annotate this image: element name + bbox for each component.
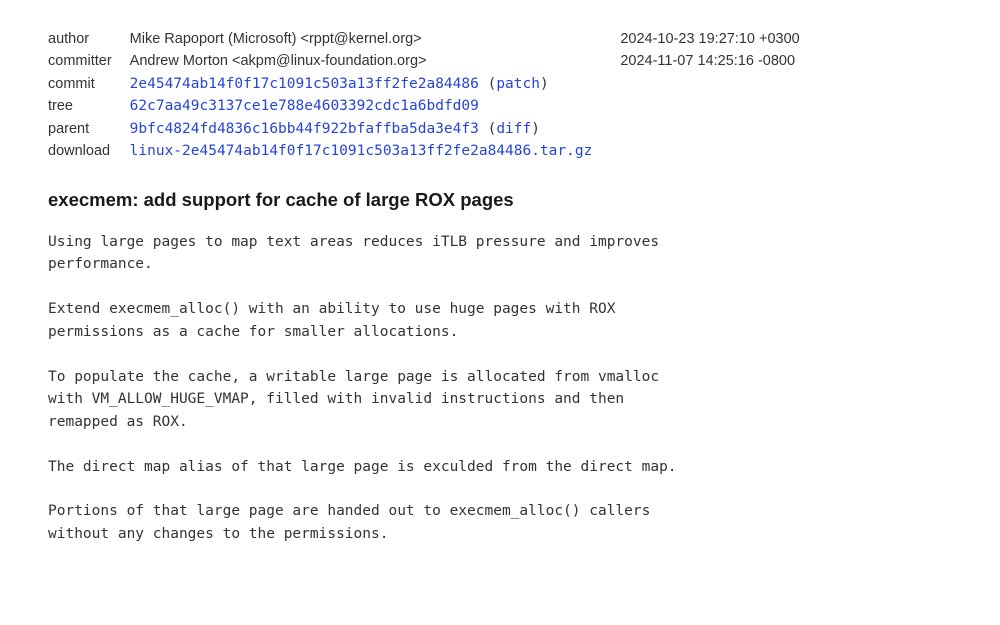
download-row: download linux-2e45474ab14f0f17c1091c503… (48, 140, 800, 162)
commit-value: 2e45474ab14f0f17c1091c503a13ff2fe2a84486… (130, 73, 621, 95)
tree-date-empty (620, 95, 799, 117)
download-value: linux-2e45474ab14f0f17c1091c503a13ff2fe2… (130, 140, 621, 162)
commit-message: Using large pages to map text areas redu… (48, 231, 828, 546)
commit-info-table: author Mike Rapoport (Microsoft) <rppt@k… (48, 28, 800, 163)
committer-row: committer Andrew Morton <akpm@linux-foun… (48, 50, 800, 72)
download-file-link[interactable]: linux-2e45474ab14f0f17c1091c503a13ff2fe2… (130, 143, 593, 159)
committer-date: 2024-11-07 14:25:16 -0800 (620, 50, 799, 72)
paren-close-2: ) (531, 121, 540, 137)
author-label: author (48, 28, 130, 50)
parent-label: parent (48, 118, 130, 140)
author-row: author Mike Rapoport (Microsoft) <rppt@k… (48, 28, 800, 50)
parent-date-empty (620, 118, 799, 140)
download-date-empty (620, 140, 799, 162)
paren-close: ) (540, 76, 549, 92)
tree-hash-link[interactable]: 62c7aa49c3137ce1e788e4603392cdc1a6bdfd09 (130, 98, 479, 114)
tree-row: tree 62c7aa49c3137ce1e788e4603392cdc1a6b… (48, 95, 800, 117)
commit-row: commit 2e45474ab14f0f17c1091c503a13ff2fe… (48, 73, 800, 95)
patch-link[interactable]: patch (496, 76, 540, 92)
author-value: Mike Rapoport (Microsoft) <rppt@kernel.o… (130, 28, 621, 50)
parent-row: parent 9bfc4824fd4836c16bb44f922bfaffba5… (48, 118, 800, 140)
tree-label: tree (48, 95, 130, 117)
commit-date-empty (620, 73, 799, 95)
committer-value: Andrew Morton <akpm@linux-foundation.org… (130, 50, 621, 72)
diff-link[interactable]: diff (496, 121, 531, 137)
commit-subject: execmem: add support for cache of large … (48, 189, 952, 211)
commit-hash-link[interactable]: 2e45474ab14f0f17c1091c503a13ff2fe2a84486 (130, 76, 479, 92)
commit-label: commit (48, 73, 130, 95)
tree-value: 62c7aa49c3137ce1e788e4603392cdc1a6bdfd09 (130, 95, 621, 117)
parent-value: 9bfc4824fd4836c16bb44f922bfaffba5da3e4f3… (130, 118, 621, 140)
author-date: 2024-10-23 19:27:10 +0300 (620, 28, 799, 50)
committer-label: committer (48, 50, 130, 72)
parent-hash-link[interactable]: 9bfc4824fd4836c16bb44f922bfaffba5da3e4f3 (130, 121, 479, 137)
download-label: download (48, 140, 130, 162)
